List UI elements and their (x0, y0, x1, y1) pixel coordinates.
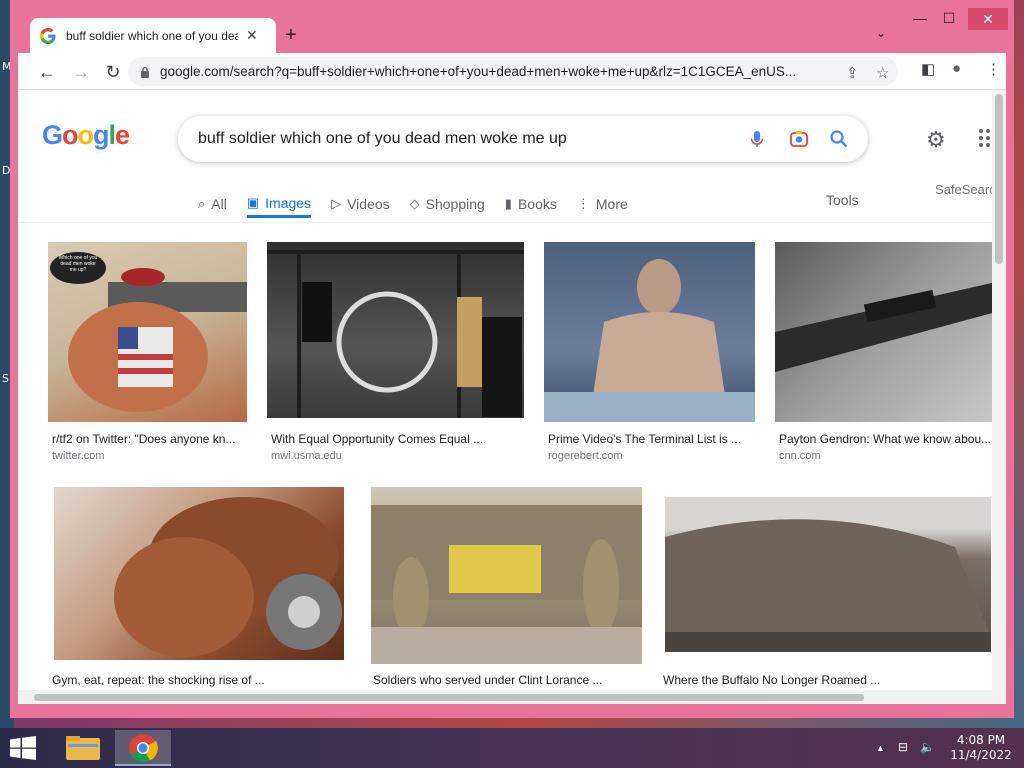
lock-icon[interactable] (140, 66, 150, 78)
tag-icon: ◇ (409, 196, 420, 211)
logo-letter: o (62, 120, 78, 150)
image-search-camera-icon[interactable] (788, 128, 810, 150)
profile-avatar-icon[interactable]: ● (952, 60, 961, 77)
browser-toolbar: ← → ↻ google.com/search?q=buff+soldier+w… (18, 53, 1006, 90)
google-logo[interactable]: Google (42, 120, 130, 151)
search-query-text[interactable]: buff soldier which one of you dead men w… (198, 130, 567, 148)
result-image[interactable] (775, 242, 996, 422)
reload-button[interactable]: ↻ (100, 59, 126, 85)
search-box[interactable]: buff soldier which one of you dead men w… (178, 116, 868, 162)
play-icon: ▷ (331, 196, 342, 211)
tab-label: Videos (347, 196, 390, 212)
result-caption[interactable]: Prime Video's The Terminal List is ... (548, 432, 753, 446)
network-icon[interactable]: ⊟ (898, 740, 908, 754)
shirtless-man-image (544, 259, 755, 422)
soldiers-pullup-image (267, 250, 524, 418)
result-image[interactable] (54, 487, 344, 660)
windows-start-icon[interactable] (10, 736, 36, 760)
volume-icon[interactable]: 🔈 (920, 740, 935, 754)
book-icon: ▮ (504, 196, 512, 211)
result-caption[interactable]: r/tf2 on Twitter: "Does anyone kn... (52, 432, 248, 446)
logo-letter: e (115, 120, 130, 150)
bicep-dumbbell-image (114, 497, 342, 657)
horizontal-scrollbar[interactable] (18, 690, 1006, 704)
result-domain[interactable]: cnn.com (779, 450, 821, 462)
tab-label: All (211, 196, 227, 212)
folder-icon (66, 736, 100, 760)
tools-button[interactable]: Tools (826, 192, 859, 208)
side-panel-icon[interactable]: ◧ (921, 60, 935, 78)
horizontal-scroll-thumb[interactable] (34, 694, 864, 701)
result-caption[interactable]: Payton Gendron: What we know abou... (779, 432, 994, 446)
search-icon: ⌕ (198, 196, 206, 211)
search-type-tabs: ⌕ All ▣ Images ▷ Videos ◇ Shopping ▮ Books ⋮ M… (198, 190, 648, 220)
file-explorer-button[interactable] (56, 730, 112, 766)
tab-label: Books (517, 196, 557, 212)
speech-bubble-text: Which one of you dead men woke me up? (58, 255, 98, 273)
search-icon[interactable] (828, 128, 850, 150)
share-icon[interactable]: ⇪ (846, 64, 859, 82)
clock-date: 11/4/2022 (950, 748, 1012, 762)
clock-time: 4:08 PM (956, 733, 1006, 747)
result-image[interactable] (665, 497, 991, 652)
result-domain[interactable]: twitter.com (52, 450, 105, 462)
taskbar: ▲ ⊟ 🔈 4:08 PM 11/4/2022 (0, 728, 1024, 768)
new-tab-button[interactable]: + (278, 22, 304, 48)
minimize-button[interactable]: — (905, 10, 935, 26)
clock[interactable]: 4:08 PM 11/4/2022 (946, 733, 1016, 763)
chrome-menu-icon[interactable]: ⋮ (986, 60, 1001, 78)
maximize-button[interactable]: ☐ (934, 10, 964, 27)
tab-label: Images (265, 194, 312, 211)
image-icon: ▣ (246, 194, 260, 210)
result-domain[interactable]: rogerebert.com (548, 450, 623, 462)
forward-button[interactable]: → (68, 59, 94, 85)
result-caption[interactable]: Soldiers who served under Clint Lorance … (373, 673, 638, 687)
result-image[interactable] (544, 242, 755, 422)
result-image[interactable] (371, 487, 642, 664)
vertical-scroll-thumb[interactable] (995, 94, 1003, 264)
tray-chevron-icon[interactable]: ▲ (876, 743, 885, 753)
result-domain[interactable]: mwi.usma.edu (271, 450, 342, 462)
tab-label: Shopping (425, 196, 485, 212)
result-image[interactable] (267, 242, 524, 418)
more-dots-icon: ⋮ (576, 196, 590, 211)
logo-letter-ball: o (77, 120, 94, 150)
tab-images[interactable]: ▣ Images (246, 190, 312, 218)
close-tab-icon[interactable]: ✕ (246, 27, 258, 44)
settings-gear-icon[interactable]: ⚙ (926, 127, 946, 153)
tab-strip: buff soldier which one of you dead men w… (10, 0, 1014, 53)
soldiers-flag-image (371, 505, 642, 664)
result-caption[interactable]: Where the Buffalo No Longer Roamed ... (663, 673, 993, 687)
bookmark-star-icon[interactable]: ☆ (876, 64, 889, 82)
tab-books[interactable]: ▮ Books (505, 190, 557, 218)
tab-shopping[interactable]: ◇ Shopping (410, 190, 485, 218)
voice-search-mic-icon[interactable] (746, 128, 768, 150)
address-bar[interactable]: google.com/search?q=buff+soldier+which+o… (128, 57, 898, 86)
buffalo-skull-pile-image (665, 519, 991, 652)
url-text[interactable]: google.com/search?q=buff+soldier+which+o… (160, 64, 830, 79)
tab-videos[interactable]: ▷ Videos (331, 190, 390, 218)
result-caption[interactable]: Gym, eat, repeat: the shocking rise of .… (52, 673, 342, 687)
rifle-image (775, 282, 996, 372)
browser-window: buff soldier which one of you dead men w… (10, 0, 1014, 718)
google-favicon-icon (40, 27, 56, 44)
browser-tab[interactable]: buff soldier which one of you dead men w… (30, 18, 276, 53)
result-caption[interactable]: With Equal Opportunity Comes Equal ... (271, 432, 521, 446)
logo-letter: G (42, 120, 63, 150)
search-results-page: Google buff soldier which one of you dea… (18, 90, 1006, 690)
tab-all[interactable]: ⌕ All (198, 190, 227, 218)
tab-label: More (595, 196, 628, 212)
chrome-icon (129, 734, 158, 763)
tab-title: buff soldier which one of you dead men w… (66, 28, 238, 43)
result-image[interactable]: Which one of you dead men woke me up? (48, 242, 247, 422)
vertical-scrollbar[interactable] (992, 90, 1006, 690)
back-button[interactable]: ← (34, 59, 60, 85)
close-window-button[interactable]: ✕ (968, 8, 1008, 30)
divider (18, 222, 1006, 223)
tab-more[interactable]: ⋮ More (577, 190, 628, 218)
chrome-taskbar-button[interactable] (115, 730, 171, 766)
logo-letter: g (93, 120, 109, 150)
tab-search-chevron-icon[interactable]: ⌄ (876, 26, 886, 40)
